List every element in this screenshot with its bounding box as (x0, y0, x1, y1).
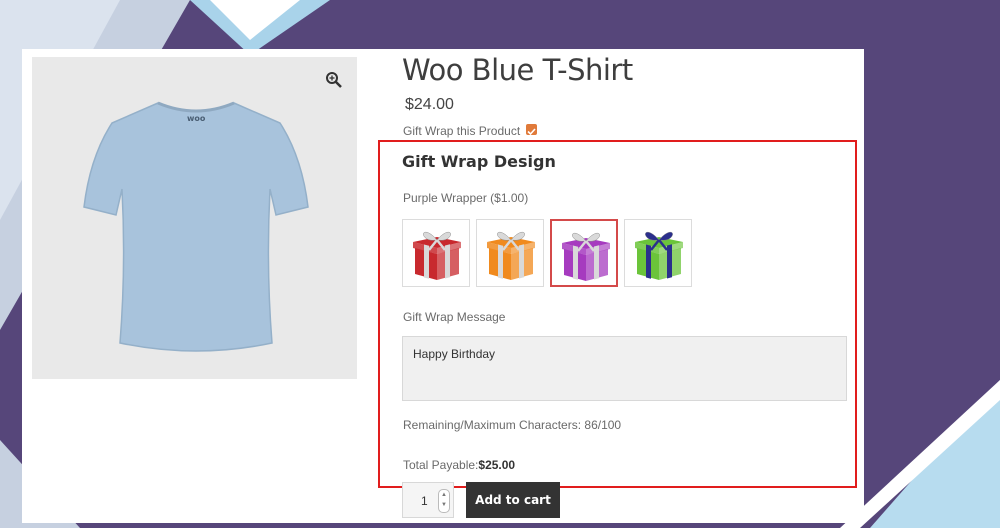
gift-box-green-icon (635, 231, 683, 280)
wrapper-option-red[interactable] (402, 219, 470, 287)
gift-box-red-icon (413, 231, 461, 280)
product-image: woo (32, 57, 357, 379)
selected-wrapper-price: ($1.00) (490, 191, 529, 205)
add-to-cart-button[interactable]: Add to cart (466, 482, 560, 518)
gift-box-orange-icon (487, 231, 535, 280)
checkmark-icon (527, 128, 536, 136)
tshirt-image: woo (83, 101, 309, 352)
total-payable-label: Total Payable: (403, 458, 479, 472)
total-payable: Total Payable:$25.00 (403, 458, 515, 472)
remaining-characters: Remaining/Maximum Characters: 86/100 (403, 418, 622, 432)
quantity-stepper[interactable]: 1 ▲ ▼ (402, 482, 454, 518)
product-price: $24.00 (405, 96, 454, 113)
wrapper-option-purple[interactable] (550, 219, 618, 287)
shirt-logo-text: woo (187, 114, 206, 123)
wrapper-option-orange[interactable] (476, 219, 544, 287)
quantity-spinner-icon[interactable]: ▲ ▼ (438, 489, 450, 513)
gift-box-purple-icon (562, 232, 610, 281)
zoom-icon[interactable] (325, 71, 343, 89)
gift-wrap-checkbox[interactable] (526, 124, 537, 136)
gift-message-input[interactable] (402, 336, 847, 401)
total-payable-value: $25.00 (478, 458, 516, 472)
product-title: Woo Blue T-Shirt (402, 53, 633, 87)
gift-wrap-design-title: Gift Wrap Design (402, 152, 556, 171)
quantity-value: 1 (421, 494, 428, 508)
gift-wrap-checkbox-label: Gift Wrap this Product (403, 124, 521, 138)
gift-message-label: Gift Wrap Message (403, 310, 506, 324)
selected-wrapper-name: Purple Wrapper ($1.00) (403, 191, 528, 205)
product-card: woo Woo Blue T-Shirt $24.00 Gift Wrap th… (22, 49, 864, 523)
wrapper-option-green[interactable] (624, 219, 692, 287)
selected-wrapper-label: Purple Wrapper (403, 191, 487, 205)
